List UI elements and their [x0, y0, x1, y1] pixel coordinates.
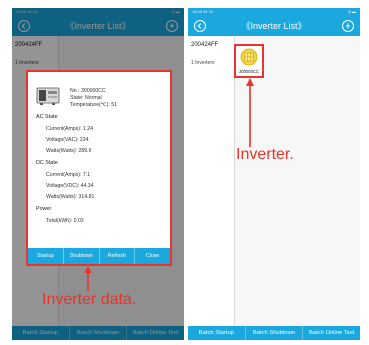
dc-current: Current(Amps): 7.1: [46, 172, 91, 178]
inverter-number: No.: 300000CC: [70, 88, 106, 94]
dialog-button-bar: Startup Shutdown Refresh Close: [28, 248, 170, 264]
inverter-tile[interactable]: 300000CC: [234, 44, 264, 78]
batch-shutdown-button[interactable]: Batch Shutdown: [246, 326, 304, 340]
shutdown-button[interactable]: Shutdown: [64, 248, 100, 264]
status-time: 16:08 54 34: [192, 9, 214, 14]
group-id[interactable]: 200424FF: [191, 42, 218, 48]
bottom-action-bar: Batch Startup Batch Shutdown Batch Onlin…: [188, 326, 360, 340]
status-icons: · ◘ ▬: [346, 9, 356, 14]
phone-screen-inverter-data: 16:08 54 34 · ◘ ▬ 《Inverter List》 200424…: [12, 8, 184, 340]
inverter-tile-label: 300000CC: [238, 69, 260, 74]
phone-screen-inverter-list: 16:08 54 34 · ◘ ▬ 《Inverter List》 200424…: [188, 8, 360, 340]
title-bar: 《Inverter List》: [188, 16, 360, 36]
startup-button[interactable]: Startup: [28, 248, 64, 264]
solar-inverter-icon: [240, 48, 258, 66]
inverter-device-icon: [36, 87, 60, 105]
lightning-icon: [345, 22, 351, 30]
power-heading: Power: [36, 206, 52, 212]
inverter-temperature: Temperature(℃): 51: [70, 102, 118, 108]
close-button[interactable]: Close: [135, 248, 170, 264]
refresh-data-button[interactable]: Refresh: [100, 248, 136, 264]
inverter-annotation: Inverter.: [236, 146, 294, 163]
ac-current: Current(Amps): 1.24: [46, 126, 93, 132]
batch-online-test-button[interactable]: Batch Online Test: [303, 326, 360, 340]
inverter-data-annotation: Inverter data.: [42, 291, 137, 308]
inverter-data-dialog: No.: 300000CC State: Normal Temperature(…: [26, 70, 172, 266]
status-bar: 16:08 54 34 · ◘ ▬: [188, 8, 360, 16]
inverter-count: 1 Inverters: [191, 60, 215, 66]
inverter-list-area: 200424FF 1 Inverters 300000CC: [188, 36, 360, 326]
page-title: 《Inverter List》: [241, 21, 307, 31]
ac-voltage: Voltage(VAC): 234: [46, 137, 89, 143]
arrow-up-icon: [246, 78, 254, 147]
inverter-state: State: Normal: [70, 95, 102, 101]
refresh-button[interactable]: [342, 20, 354, 32]
arrow-up-icon: [84, 266, 92, 291]
dc-voltage: Voltage(VDC): 44.34: [46, 183, 94, 189]
ac-state-heading: AC State: [36, 114, 58, 120]
power-total: Total(kWh): 0.02: [46, 218, 84, 224]
group-sidebar: 200424FF 1 Inverters: [188, 36, 235, 326]
dc-state-heading: DC State: [36, 160, 58, 166]
ac-watts: Watts(Watts): 289.6: [46, 148, 92, 154]
batch-startup-button[interactable]: Batch Startup: [188, 326, 246, 340]
dc-watts: Watts(Watts): 314.81: [46, 194, 95, 200]
